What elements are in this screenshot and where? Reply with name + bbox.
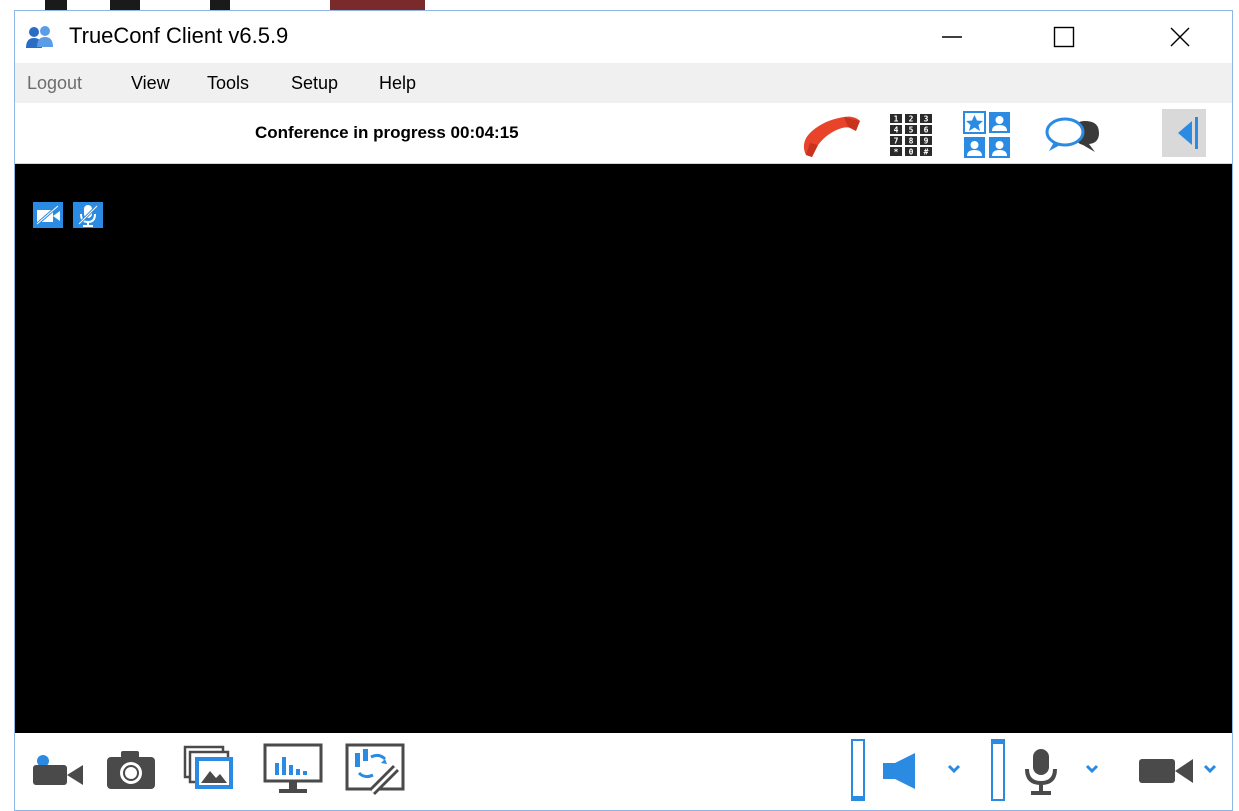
microphone-dropdown-chevron-icon[interactable] [1085,763,1099,775]
video-area[interactable] [15,164,1232,733]
speaker-icon[interactable] [881,751,925,791]
maximize-icon [1053,26,1075,48]
menu-setup[interactable]: Setup [291,73,338,94]
menu-tools[interactable]: Tools [207,73,249,94]
speaker-volume-fill [853,796,863,799]
collapse-panel-arrow-icon [1178,117,1198,149]
trueconf-window: TrueConf Client v6.5.9 Logout View Tools… [14,10,1233,811]
hangup-phone-icon[interactable] [800,113,864,159]
toggle-side-panel-button[interactable] [1162,109,1206,157]
dialpad-key: 8 [909,137,914,146]
minimize-button[interactable] [923,11,981,63]
share-screen-icon[interactable] [263,743,323,795]
microphone-off-indicator [73,202,103,228]
camera-off-indicator [33,202,63,228]
dialpad-key: 1 [894,115,899,124]
speaker-volume-slider[interactable] [851,739,865,801]
dialpad-key: 5 [909,126,914,135]
speaker-dropdown-chevron-icon[interactable] [947,763,961,775]
window-title: TrueConf Client v6.5.9 [69,23,289,48]
menu-logout[interactable]: Logout [27,73,82,94]
taskbar-fragment [110,0,140,10]
microphone-off-icon [76,203,100,227]
conference-status: Conference in progress 00:04:15 [255,123,519,142]
close-icon [1170,27,1190,47]
dialpad-key: 7 [894,137,899,146]
menu-bar: Logout View Tools Setup Help [15,63,1232,103]
dialpad-key: 3 [924,115,929,124]
camera-off-icon [35,203,60,227]
dialpad-icon[interactable]: 1 2 3 4 5 6 7 8 9 * 0 # [889,113,933,157]
dialpad-key: * [894,148,899,157]
dialpad-key: 6 [924,126,929,135]
bottom-control-bar [15,733,1232,810]
dialpad-key: 0 [909,148,914,157]
dialpad-key: 2 [909,115,914,124]
menu-help[interactable]: Help [379,73,416,94]
contacts-grid-icon[interactable] [963,111,1011,159]
taskbar-fragment [45,0,67,10]
taskbar-fragment [210,0,230,10]
snapshot-icon[interactable] [105,747,157,793]
title-bar[interactable]: TrueConf Client v6.5.9 [15,11,1232,63]
camera-toggle-icon[interactable] [27,751,89,791]
slideshow-icon[interactable] [183,745,235,793]
dialpad-key: 4 [894,126,899,135]
microphone-level-slider[interactable] [991,739,1005,801]
dialpad-key: 9 [924,137,929,146]
call-toolbar: Conference in progress 00:04:15 1 2 3 4 … [15,103,1232,164]
camera-icon[interactable] [1137,755,1197,787]
chat-bubbles-icon[interactable] [1045,115,1101,155]
camera-dropdown-chevron-icon[interactable] [1203,763,1217,775]
close-button[interactable] [1151,11,1209,63]
microphone-icon[interactable] [1021,747,1061,797]
whiteboard-icon[interactable] [345,743,405,795]
users-icon [26,26,53,48]
menu-view[interactable]: View [131,73,170,94]
minimize-icon [942,36,962,38]
taskbar-fragment [330,0,425,10]
maximize-button[interactable] [1035,11,1093,63]
dialpad-key: # [924,148,929,157]
microphone-level-fill [993,741,1003,744]
